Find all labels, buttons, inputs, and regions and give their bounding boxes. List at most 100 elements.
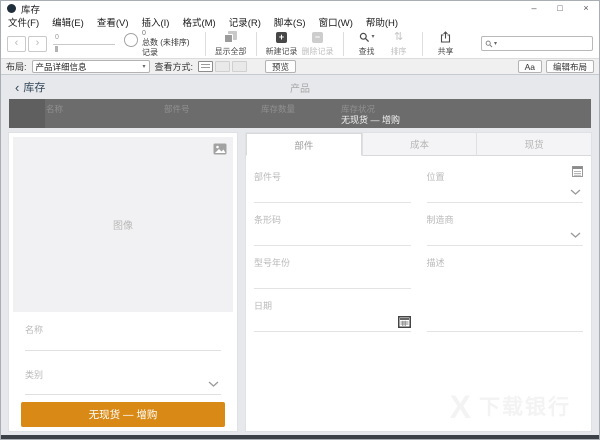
chevron-left-icon: ‹: [15, 79, 20, 95]
layout-content: ‹ 库存 产品 名称 部件号 库存数量 库存状况 无现货 — 增购 图像 名称 …: [1, 75, 599, 435]
image-placeholder-label: 图像: [113, 220, 133, 232]
record-navigation: ‹ ›: [7, 35, 47, 52]
product-detail-panel: 部件 成本 现货 部件号 位置 条形码 制造商 型号年份 描述 日期 X 下载银…: [246, 133, 592, 431]
chevron-down-icon: [570, 232, 581, 238]
window-bottom-edge: [1, 435, 599, 439]
column-name: 名称: [46, 104, 64, 114]
new-record-button[interactable]: + 新建记录: [264, 31, 300, 57]
tab-in-stock[interactable]: 现货: [476, 133, 592, 156]
layout-label: 布局:: [6, 62, 27, 72]
layout-bar: 布局: 产品详细信息 ▾ 查看方式: 预览 Aa 编辑布局: [1, 58, 599, 75]
page-title: 产品: [290, 83, 310, 95]
quick-find-box[interactable]: ▾: [481, 36, 593, 51]
list-view-button[interactable]: [215, 61, 231, 72]
chevron-down-icon: [208, 381, 219, 388]
record-count-indicator: 0 总数 (未排序) 记录: [124, 30, 190, 57]
preview-button[interactable]: 预览: [265, 60, 297, 73]
part-number-field[interactable]: 部件号: [254, 160, 411, 203]
manufacturer-label: 制造商: [426, 215, 454, 225]
menu-format[interactable]: 格式(M): [182, 15, 215, 29]
delete-record-button[interactable]: − 删除记录: [300, 31, 336, 57]
description-label: 描述: [426, 258, 445, 268]
formatting-bar-button[interactable]: Aa: [517, 60, 542, 73]
minimize-icon[interactable]: –: [521, 2, 547, 15]
stock-status-button[interactable]: 无现货 — 增购: [21, 402, 225, 427]
close-icon[interactable]: ×: [573, 2, 599, 15]
record-slider[interactable]: 0: [53, 34, 115, 54]
layout-select-value: 产品详细信息: [35, 61, 87, 72]
slider-handle[interactable]: [55, 45, 58, 52]
toolbar-separator: [342, 31, 344, 56]
record-thumbnail: [9, 99, 45, 128]
back-label: 库存: [23, 82, 46, 94]
menu-insert[interactable]: 插入(I): [141, 15, 169, 29]
next-record-button[interactable]: ›: [28, 35, 47, 52]
window-controls: – □ ×: [521, 2, 599, 15]
calendar-icon[interactable]: [397, 316, 411, 328]
date-field[interactable]: 日期: [254, 289, 411, 332]
layout-select[interactable]: 产品详细信息 ▾: [31, 60, 150, 73]
sort-arrows-icon: ⇅: [393, 30, 404, 43]
table-view-button[interactable]: [232, 61, 248, 72]
category-field-label: 类别: [25, 370, 44, 381]
share-button[interactable]: 共享: [430, 31, 462, 57]
search-icon: [359, 32, 369, 42]
menu-edit[interactable]: 编辑(E): [52, 15, 84, 29]
slider-value: 0: [55, 33, 59, 41]
record-list-header[interactable]: 名称 部件号 库存数量 库存状况 无现货 — 增购: [9, 99, 591, 128]
toolbar-separator: [421, 31, 423, 56]
menu-bar: 文件(F) 编辑(E) 查看(V) 插入(I) 格式(M) 记录(R) 脚本(S…: [1, 15, 599, 29]
window-title: 库存: [21, 4, 41, 16]
menu-records[interactable]: 记录(R): [229, 15, 261, 29]
previous-record-button[interactable]: ‹: [7, 35, 26, 52]
tab-cost[interactable]: 成本: [361, 133, 477, 156]
find-button[interactable]: ▾ 查找: [351, 31, 383, 57]
model-year-field[interactable]: 型号年份: [254, 246, 411, 289]
menu-help[interactable]: 帮助(H): [366, 15, 398, 29]
view-mode-buttons: [198, 61, 248, 72]
model-year-label: 型号年份: [254, 258, 291, 268]
edit-layout-button[interactable]: 编辑布局: [545, 60, 594, 73]
parts-fields-grid: 部件号 位置 条形码 制造商 型号年份 描述 日期: [254, 160, 583, 431]
menu-scripts[interactable]: 脚本(S): [274, 15, 306, 29]
status-toolbar: ‹ › 0 0 总数 (未排序) 记录 显示全部 + 新建记录 − 删除记录 ▾…: [1, 29, 599, 58]
menu-window[interactable]: 窗口(W): [319, 15, 353, 29]
date-label: 日期: [254, 301, 273, 311]
name-field-label: 名称: [25, 324, 44, 335]
chevron-down-icon: ▾: [371, 34, 375, 40]
toolbar-separator: [204, 31, 206, 56]
quick-find-input[interactable]: [498, 38, 589, 49]
location-label: 位置: [426, 172, 445, 182]
pie-chart-icon: [124, 33, 138, 48]
maximize-icon[interactable]: □: [547, 2, 573, 15]
description-field[interactable]: 描述: [426, 246, 583, 332]
location-field[interactable]: 位置: [426, 160, 583, 203]
manufacturer-field[interactable]: 制造商: [426, 203, 583, 246]
barcode-label: 条形码: [254, 215, 282, 225]
title-bar: 库存 – □ ×: [1, 1, 599, 16]
menu-view[interactable]: 查看(V): [97, 15, 129, 29]
chevron-down-icon: ▾: [142, 63, 146, 70]
name-field[interactable]: 名称: [25, 312, 221, 352]
part-number-label: 部件号: [254, 172, 282, 182]
toolbar-separator: [255, 31, 257, 56]
barcode-field[interactable]: 条形码: [254, 203, 411, 246]
form-view-button[interactable]: [198, 61, 214, 72]
tab-parts[interactable]: 部件: [246, 133, 362, 156]
image-container-field[interactable]: 图像: [13, 137, 233, 312]
index-list-icon[interactable]: [572, 166, 583, 177]
menu-file[interactable]: 文件(F): [8, 15, 39, 29]
sort-button[interactable]: ⇅ 排序: [383, 31, 415, 57]
content-header: ‹ 库存 产品: [1, 75, 599, 99]
chevron-down-icon: [570, 189, 581, 195]
search-icon: [485, 40, 493, 47]
share-icon: [441, 31, 451, 43]
back-to-inventory-link[interactable]: ‹ 库存: [15, 79, 45, 95]
slider-track: [53, 43, 115, 45]
total-unsorted-label: 总数 (未排序): [142, 38, 190, 48]
detail-tabs: 部件 成本 现货: [246, 133, 592, 156]
column-part-number: 部件号: [164, 104, 190, 114]
records-label: 记录: [142, 47, 158, 57]
show-all-button[interactable]: 显示全部: [213, 31, 249, 57]
category-field[interactable]: 类别: [25, 351, 221, 396]
